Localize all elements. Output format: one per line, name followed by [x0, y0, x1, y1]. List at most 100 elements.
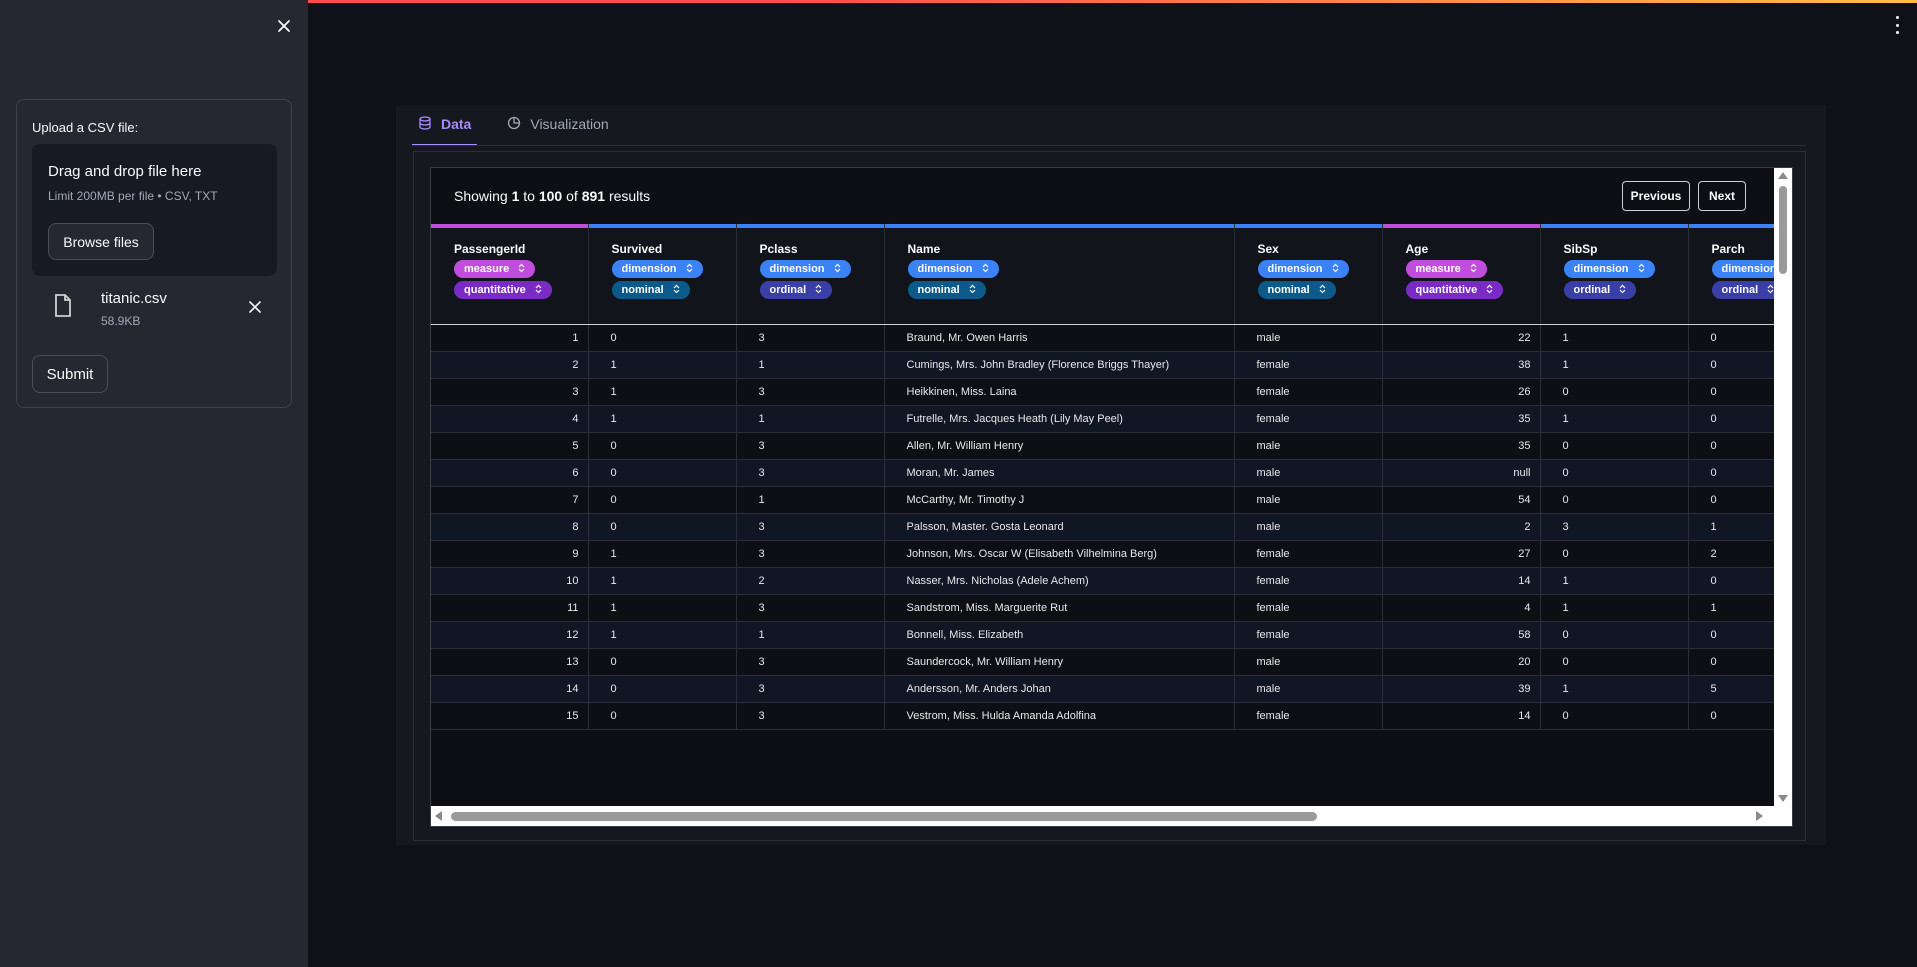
- table-cell[interactable]: 1: [1540, 351, 1689, 379]
- table-cell[interactable]: 6: [431, 459, 589, 487]
- table-cell[interactable]: 1: [1688, 513, 1774, 541]
- table-cell[interactable]: 0: [1540, 702, 1689, 730]
- table-cell[interactable]: 8: [431, 513, 589, 541]
- vertical-scrollbar[interactable]: [1774, 168, 1792, 806]
- table-cell[interactable]: 22: [1382, 324, 1541, 352]
- table-cell[interactable]: 0: [1688, 378, 1774, 406]
- table-cell[interactable]: 9: [431, 540, 589, 568]
- column-header[interactable]: PassengerId measure quantitative: [431, 224, 589, 325]
- table-cell[interactable]: female: [1234, 405, 1383, 433]
- semantic-type-dropdown[interactable]: dimension: [611, 260, 703, 278]
- column-header[interactable]: Age measure quantitative: [1382, 224, 1541, 325]
- remove-file-icon[interactable]: [246, 298, 264, 316]
- table-cell[interactable]: 5: [1688, 675, 1774, 703]
- table-cell[interactable]: 3: [736, 675, 885, 703]
- table-cell[interactable]: 2: [1688, 540, 1774, 568]
- table-row[interactable]: 8 0 3 Palsson, Master. Gosta Leonard male 2 3 1: [431, 513, 1774, 541]
- table-row[interactable]: 15 0 3 Vestrom, Miss. Hulda Amanda Adolfina…: [431, 702, 1774, 730]
- table-cell[interactable]: female: [1234, 594, 1383, 622]
- column-header[interactable]: Survived dimension nominal: [588, 224, 737, 325]
- table-cell[interactable]: 1: [736, 351, 885, 379]
- table-cell[interactable]: 12: [431, 621, 589, 649]
- semantic-type-dropdown[interactable]: nominal: [1257, 281, 1336, 299]
- table-cell[interactable]: Vestrom, Miss. Hulda Amanda Adolfina: [884, 702, 1235, 730]
- table-cell[interactable]: 0: [1688, 648, 1774, 676]
- table-cell[interactable]: 3: [1540, 513, 1689, 541]
- table-cell[interactable]: 1: [1540, 405, 1689, 433]
- vertical-scroll-thumb[interactable]: [1779, 186, 1787, 274]
- table-cell[interactable]: male: [1234, 513, 1383, 541]
- table-cell[interactable]: 1: [588, 405, 737, 433]
- table-cell[interactable]: 0: [588, 432, 737, 460]
- table-cell[interactable]: female: [1234, 540, 1383, 568]
- table-cell[interactable]: 3: [736, 702, 885, 730]
- table-cell[interactable]: 35: [1382, 405, 1541, 433]
- table-cell[interactable]: 1: [736, 486, 885, 514]
- table-cell[interactable]: 0: [588, 459, 737, 487]
- table-cell[interactable]: male: [1234, 675, 1383, 703]
- table-cell[interactable]: 0: [1688, 432, 1774, 460]
- table-row[interactable]: 3 1 3 Heikkinen, Miss. Laina female 26 0 0: [431, 378, 1774, 406]
- table-cell[interactable]: 0: [1688, 567, 1774, 595]
- table-cell[interactable]: 3: [431, 378, 589, 406]
- table-cell[interactable]: male: [1234, 459, 1383, 487]
- table-cell[interactable]: female: [1234, 351, 1383, 379]
- table-row[interactable]: 14 0 3 Andersson, Mr. Anders Johan male 39 1 5: [431, 675, 1774, 703]
- table-cell[interactable]: 1: [736, 621, 885, 649]
- semantic-type-dropdown[interactable]: dimension: [1257, 260, 1349, 278]
- table-cell[interactable]: 0: [1688, 351, 1774, 379]
- table-cell[interactable]: Moran, Mr. James: [884, 459, 1235, 487]
- table-cell[interactable]: Saundercock, Mr. William Henry: [884, 648, 1235, 676]
- dropzone[interactable]: Drag and drop file here Limit 200MB per …: [32, 144, 277, 276]
- table-cell[interactable]: 1: [588, 378, 737, 406]
- table-cell[interactable]: 3: [736, 513, 885, 541]
- table-cell[interactable]: 1: [588, 567, 737, 595]
- table-cell[interactable]: 39: [1382, 675, 1541, 703]
- semantic-type-dropdown[interactable]: dimension: [1711, 260, 1774, 278]
- table-cell[interactable]: 1: [588, 351, 737, 379]
- table-row[interactable]: 13 0 3 Saundercock, Mr. William Henry male 20…: [431, 648, 1774, 676]
- table-cell[interactable]: 0: [1540, 378, 1689, 406]
- table-row[interactable]: 9 1 3 Johnson, Mrs. Oscar W (Elisabeth Vilh…: [431, 540, 1774, 568]
- table-cell[interactable]: 54: [1382, 486, 1541, 514]
- previous-page-button[interactable]: Previous: [1622, 181, 1690, 211]
- horizontal-scroll-thumb[interactable]: [451, 812, 1317, 821]
- table-cell[interactable]: 1: [431, 324, 589, 352]
- table-cell[interactable]: 0: [1540, 432, 1689, 460]
- scroll-up-icon[interactable]: [1778, 172, 1788, 179]
- table-cell[interactable]: 1: [736, 405, 885, 433]
- table-cell[interactable]: 3: [736, 540, 885, 568]
- semantic-type-dropdown[interactable]: quantitative: [1405, 281, 1504, 299]
- table-cell[interactable]: 38: [1382, 351, 1541, 379]
- table-cell[interactable]: 0: [1540, 459, 1689, 487]
- table-cell[interactable]: female: [1234, 621, 1383, 649]
- semantic-type-dropdown[interactable]: nominal: [611, 281, 690, 299]
- main-menu-icon[interactable]: [1890, 16, 1904, 34]
- table-cell[interactable]: 3: [736, 594, 885, 622]
- table-cell[interactable]: male: [1234, 432, 1383, 460]
- table-cell[interactable]: 1: [1540, 675, 1689, 703]
- table-cell[interactable]: male: [1234, 648, 1383, 676]
- table-cell[interactable]: 10: [431, 567, 589, 595]
- table-cell[interactable]: 4: [431, 405, 589, 433]
- table-row[interactable]: 4 1 1 Futrelle, Mrs. Jacques Heath (Lily Ma…: [431, 405, 1774, 433]
- table-cell[interactable]: 0: [1688, 405, 1774, 433]
- column-header[interactable]: Parch dimension ordinal: [1688, 224, 1774, 325]
- table-cell[interactable]: Andersson, Mr. Anders Johan: [884, 675, 1235, 703]
- table-cell[interactable]: 3: [736, 648, 885, 676]
- table-cell[interactable]: 26: [1382, 378, 1541, 406]
- table-cell[interactable]: 2: [431, 351, 589, 379]
- table-cell[interactable]: male: [1234, 486, 1383, 514]
- column-header[interactable]: Name dimension nominal: [884, 224, 1235, 325]
- table-cell[interactable]: 0: [1540, 648, 1689, 676]
- table-row[interactable]: 10 1 2 Nasser, Mrs. Nicholas (Adele Achem) f…: [431, 567, 1774, 595]
- table-cell[interactable]: 0: [1540, 540, 1689, 568]
- table-cell[interactable]: 14: [431, 675, 589, 703]
- semantic-type-dropdown[interactable]: dimension: [907, 260, 999, 278]
- table-row[interactable]: 12 1 1 Bonnell, Miss. Elizabeth female 58 0 0: [431, 621, 1774, 649]
- semantic-type-dropdown[interactable]: dimension: [1563, 260, 1655, 278]
- table-cell[interactable]: 4: [1382, 594, 1541, 622]
- table-row[interactable]: 7 0 1 McCarthy, Mr. Timothy Jmale 54 0 0: [431, 486, 1774, 514]
- table-cell[interactable]: 0: [1540, 486, 1689, 514]
- browse-files-button[interactable]: Browse files: [48, 223, 154, 260]
